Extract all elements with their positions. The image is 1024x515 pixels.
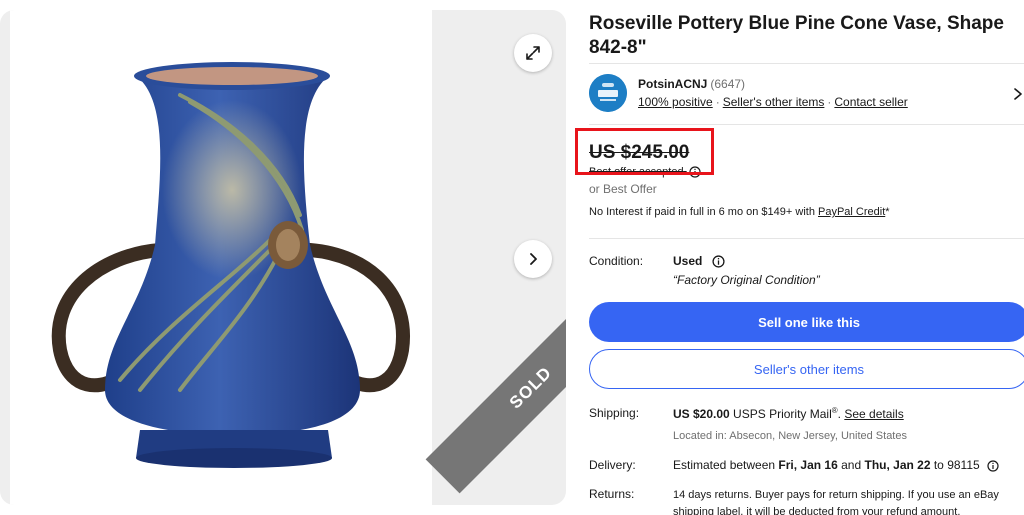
sell-one-like-this-button[interactable]: Sell one like this — [589, 302, 1024, 342]
item-location: Located in: Absecon, New Jersey, United … — [673, 430, 907, 442]
delivery-zip: to 98115 — [930, 458, 980, 472]
delivery-and: and — [837, 458, 865, 472]
condition-label: Condition: — [589, 254, 644, 268]
separator: · — [827, 95, 832, 109]
condition-description: “Factory Original Condition” — [673, 273, 820, 287]
chevron-right-icon — [530, 253, 537, 265]
paypal-credit-link[interactable]: PayPal Credit — [818, 206, 885, 218]
financing-text: No Interest if paid in full in 6 mo on $… — [589, 206, 818, 218]
shipping-label: Shipping: — [589, 406, 640, 420]
or-best-offer: or Best Offer — [589, 182, 657, 196]
returns-policy: 14 days returns. Buyer pays for return s… — [673, 489, 999, 515]
sold-ribbon: SOLD — [425, 282, 566, 494]
price-highlight-box — [575, 128, 714, 175]
chevron-right-icon[interactable] — [1012, 87, 1024, 101]
item-title: Roseville Pottery Blue Pine Cone Vase, S… — [589, 13, 1004, 58]
returns-label: Returns: — [589, 487, 635, 501]
seller-name[interactable]: PotsinACNJ — [638, 77, 707, 91]
next-image-button[interactable] — [514, 240, 552, 278]
info-icon[interactable] — [712, 255, 725, 268]
seller-feedback-count: (6647) — [710, 77, 746, 91]
positive-feedback-link[interactable]: 100% positive — [638, 95, 713, 109]
expand-image-button[interactable] — [514, 34, 552, 72]
shipping-service: USPS Priority Mail — [729, 407, 832, 421]
product-photo[interactable] — [10, 10, 432, 505]
condition-text: Used — [673, 254, 703, 268]
delivery-value: Estimated between Fri, Jan 16 and Thu, J… — [673, 458, 999, 472]
delivery-date-end: Thu, Jan 22 — [864, 458, 931, 472]
divider — [589, 124, 1024, 125]
vase-image — [51, 62, 410, 468]
condition-value: Used — [673, 254, 725, 268]
financing-suffix: * — [885, 206, 890, 218]
sellers-other-items-button[interactable]: Seller's other items — [589, 349, 1024, 389]
seller-card[interactable]: PotsinACNJ (6647) 100% positive · Seller's … — [589, 73, 1024, 115]
shipping-amount: US $20.00 — [673, 407, 730, 421]
delivery-date-start: Fri, Jan 16 — [778, 458, 838, 472]
expand-arrows-icon — [526, 46, 540, 60]
image-gallery: SOLD — [0, 10, 566, 505]
contact-seller-link[interactable]: Contact seller — [834, 95, 907, 109]
seller-other-items-link[interactable]: Seller's other items — [723, 95, 825, 109]
shipping-value: US $20.00 USPS Priority Mail®. See detai… — [673, 406, 904, 421]
divider — [589, 238, 1024, 239]
divider — [589, 63, 1024, 64]
seller-store-logo-icon[interactable] — [589, 74, 627, 112]
delivery-label: Delivery: — [589, 458, 636, 472]
separator: · — [715, 95, 720, 109]
info-icon[interactable] — [987, 460, 999, 472]
seller-name-row: PotsinACNJ (6647) — [638, 77, 745, 91]
financing-note: No Interest if paid in full in 6 mo on $… — [589, 206, 890, 218]
see-details-link[interactable]: See details — [844, 407, 903, 421]
delivery-prefix: Estimated between — [673, 458, 779, 472]
seller-links: 100% positive · Seller's other items · Conta… — [638, 95, 908, 109]
item-details-panel: Roseville Pottery Blue Pine Cone Vase, S… — [575, 0, 1024, 515]
